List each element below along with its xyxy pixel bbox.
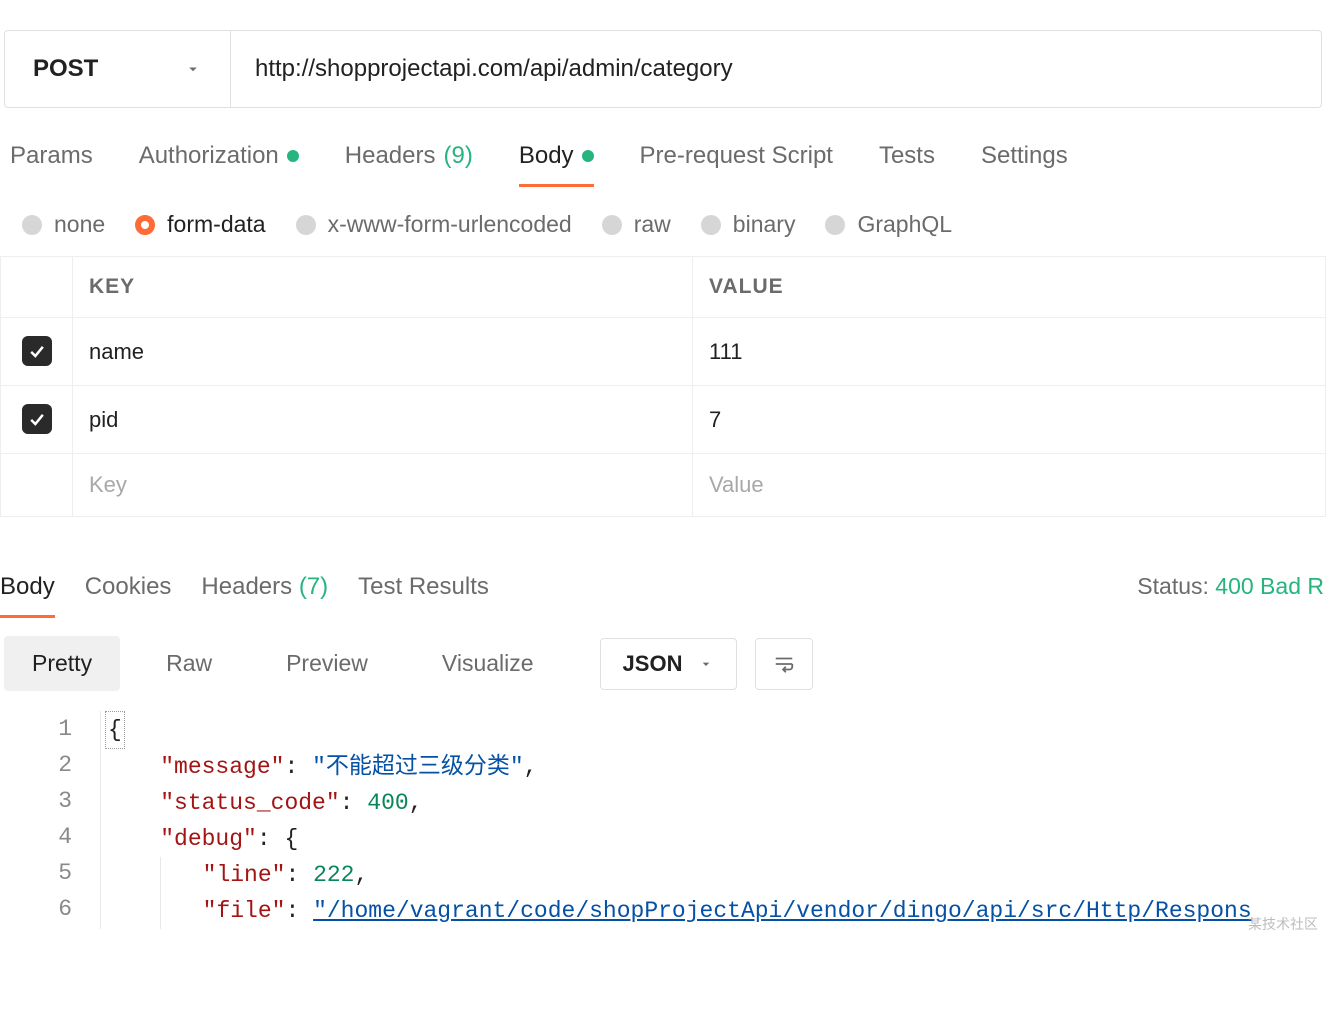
key-input[interactable]: Key xyxy=(73,454,693,517)
radio-form-data[interactable]: form-data xyxy=(135,211,265,238)
url-text: http://shopprojectapi.com/api/admin/cate… xyxy=(255,55,733,83)
tab-body[interactable]: Body xyxy=(519,142,594,187)
method-select[interactable]: POST xyxy=(5,31,231,107)
code-body[interactable]: { "message": "不能超过三级分类", "status_code": … xyxy=(100,711,1326,929)
radio-graphql[interactable]: GraphQL xyxy=(825,211,952,238)
response-code: 1 2 3 4 5 6 { "message": "不能超过三级分类", "st… xyxy=(0,711,1326,929)
value-cell[interactable]: 111 xyxy=(693,318,1326,386)
value-cell[interactable]: 7 xyxy=(693,386,1326,454)
resp-tab-headers[interactable]: Headers (7) xyxy=(201,573,328,615)
wrap-icon xyxy=(770,653,798,675)
table-row-new: Key Value xyxy=(1,454,1326,517)
radio-urlencoded[interactable]: x-www-form-urlencoded xyxy=(296,211,572,238)
resp-tab-body[interactable]: Body xyxy=(0,573,55,618)
checkbox[interactable] xyxy=(22,336,52,366)
view-preview[interactable]: Preview xyxy=(258,636,396,691)
url-input[interactable]: http://shopprojectapi.com/api/admin/cate… xyxy=(231,31,1321,107)
response-status: Status: 400 Bad R xyxy=(1137,573,1324,600)
check-icon xyxy=(27,341,47,361)
resp-tab-test-results[interactable]: Test Results xyxy=(358,573,489,615)
request-tabs: Params Authorization Headers (9) Body Pr… xyxy=(0,108,1326,187)
response-section: Body Cookies Headers (7) Test Results St… xyxy=(0,573,1326,929)
radio-icon xyxy=(825,215,845,235)
radio-binary[interactable]: binary xyxy=(701,211,796,238)
tab-authorization[interactable]: Authorization xyxy=(139,142,299,184)
check-icon xyxy=(27,409,47,429)
table-row: name 111 xyxy=(1,318,1326,386)
radio-icon xyxy=(701,215,721,235)
checkbox[interactable] xyxy=(22,404,52,434)
view-pretty[interactable]: Pretty xyxy=(4,636,120,691)
line-gutter: 1 2 3 4 5 6 xyxy=(0,711,100,929)
tab-params[interactable]: Params xyxy=(10,142,93,184)
radio-raw[interactable]: raw xyxy=(602,211,671,238)
value-input[interactable]: Value xyxy=(693,454,1326,517)
status-dot-icon xyxy=(287,150,299,162)
view-raw[interactable]: Raw xyxy=(138,636,240,691)
chevron-down-icon xyxy=(698,656,714,672)
wrap-toggle[interactable] xyxy=(755,638,813,690)
request-bar: POST http://shopprojectapi.com/api/admin… xyxy=(4,30,1322,108)
watermark: 某技术社区 xyxy=(1248,914,1318,934)
radio-icon xyxy=(296,215,316,235)
key-cell[interactable]: pid xyxy=(73,386,693,454)
table-row: pid 7 xyxy=(1,386,1326,454)
view-visualize[interactable]: Visualize xyxy=(414,636,562,691)
tab-settings[interactable]: Settings xyxy=(981,142,1068,184)
body-type-row: none form-data x-www-form-urlencoded raw… xyxy=(0,187,1326,256)
tab-headers[interactable]: Headers (9) xyxy=(345,142,473,184)
tab-tests[interactable]: Tests xyxy=(879,142,935,184)
form-data-table: KEY VALUE name 111 pid 7 Key Value xyxy=(0,256,1326,517)
col-check xyxy=(1,257,73,318)
chevron-down-icon xyxy=(184,60,202,78)
col-key: KEY xyxy=(73,257,693,318)
status-dot-icon xyxy=(582,150,594,162)
col-value: VALUE xyxy=(693,257,1326,318)
resp-tab-cookies[interactable]: Cookies xyxy=(85,573,172,615)
response-tabs: Body Cookies Headers (7) Test Results St… xyxy=(0,573,1326,618)
format-select[interactable]: JSON xyxy=(600,638,738,690)
key-cell[interactable]: name xyxy=(73,318,693,386)
tab-prerequest[interactable]: Pre-request Script xyxy=(640,142,833,184)
view-row: Pretty Raw Preview Visualize JSON xyxy=(0,618,1326,701)
radio-icon xyxy=(22,215,42,235)
radio-none[interactable]: none xyxy=(22,211,105,238)
radio-icon xyxy=(135,215,155,235)
method-label: POST xyxy=(33,55,98,83)
radio-icon xyxy=(602,215,622,235)
